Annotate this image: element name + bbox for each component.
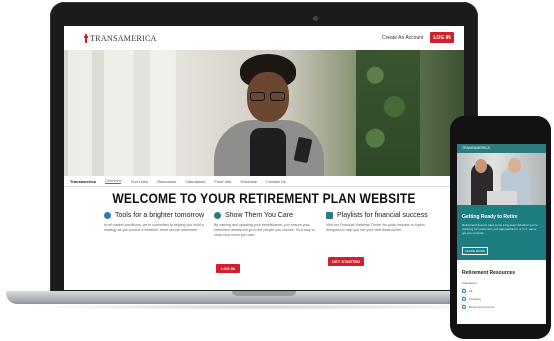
header-login-button[interactable]: LOG IN <box>430 32 454 43</box>
phone-hero-image <box>457 153 546 205</box>
phone-hero-title: Getting Ready to Retire <box>462 214 518 220</box>
hero-window-pane <box>150 50 176 176</box>
site-tabs: Transamerica Overview Tool Links Resourc… <box>64 176 464 187</box>
site-header: TRANSAMERICA Create An Account LOG IN <box>64 26 464 50</box>
feature-title: Tools for a brighter tomorrow <box>115 212 205 219</box>
brand-name: TRANSAMERICA <box>90 34 157 43</box>
feature-body: In all market conditions, we're committe… <box>104 223 204 233</box>
feature-title: Show Them You Care <box>225 212 293 219</box>
phone-resources-title: Retirement Resources <box>462 270 516 276</box>
phone-resources-subtitle: Calculators <box>462 281 478 285</box>
phone-hero-body: Retirement doesn't have to be a big leap… <box>462 223 538 235</box>
tab-fund-info[interactable]: Fund Info <box>214 179 231 184</box>
radio-icon <box>462 297 466 301</box>
learn-more-button[interactable]: LEARN MORE <box>462 247 488 255</box>
tab-contact-us[interactable]: Contact Us <box>266 179 286 184</box>
tab-transamerica[interactable]: Transamerica <box>70 179 96 184</box>
hero-image <box>64 50 464 176</box>
radio-icon <box>462 289 466 293</box>
feature-column-playlists: Playlists for financial success Visit ou… <box>326 212 434 233</box>
laptop-shadow <box>18 304 512 310</box>
phone-screen: TRANSAMERICA Getting Ready to Retire Ret… <box>457 144 546 324</box>
heart-icon <box>214 212 221 219</box>
tab-tool-links[interactable]: Tool Links <box>130 179 148 184</box>
transamerica-logo-icon <box>84 34 88 43</box>
resource-option[interactable]: All <box>462 289 472 293</box>
create-account-link[interactable]: Create An Account <box>382 35 423 41</box>
resource-option-label: Investing <box>469 297 482 301</box>
photo-laptop <box>487 191 517 205</box>
page-title: WELCOME TO YOUR RETIREMENT PLAN WEBSITE <box>112 190 416 206</box>
brand-logo[interactable]: TRANSAMERICA <box>84 34 157 43</box>
resource-option[interactable]: Retirement Income <box>462 305 494 309</box>
phone-hero-panel: Getting Ready to Retire Retirement doesn… <box>457 205 546 260</box>
camera-icon <box>313 16 318 21</box>
playlist-icon <box>326 212 333 219</box>
photo-man-head <box>508 158 521 173</box>
feature-title: Playlists for financial success <box>337 212 428 219</box>
laptop-notch <box>232 291 296 296</box>
feature-column-beneficiaries: Show Them You Care By naming and updatin… <box>214 212 322 239</box>
hero-window-pane <box>68 50 92 176</box>
hero-person-shirt <box>250 128 286 176</box>
feature-column-tools: Tools for a brighter tomorrow In all mar… <box>104 212 212 233</box>
resource-option-label: Retirement Income <box>469 305 495 309</box>
hero-person-glasses <box>250 92 286 101</box>
laptop-screen: TRANSAMERICA Create An Account LOG IN Tr… <box>64 26 464 290</box>
feature-body: By naming and updating your beneficiarie… <box>214 223 315 238</box>
photo-woman-head <box>475 159 487 173</box>
tab-calculators[interactable]: Calculators <box>185 179 205 184</box>
phone-top-bar: TRANSAMERICA <box>457 144 546 153</box>
tab-resources[interactable]: Resources <box>157 179 176 184</box>
feature-body: Visit our Financial Wellness Center for … <box>326 223 425 233</box>
radio-icon <box>462 305 466 309</box>
hero-window-pane <box>104 50 134 176</box>
lightbulb-icon <box>104 212 111 219</box>
login-button[interactable]: LOG IN <box>216 264 240 273</box>
tab-overview[interactable]: Overview <box>104 178 122 184</box>
phone-brand: TRANSAMERICA <box>462 146 490 150</box>
resource-option[interactable]: Investing <box>462 297 481 301</box>
tab-schedule[interactable]: Schedule <box>240 179 257 184</box>
resource-option-label: All <box>469 289 473 293</box>
get-started-button[interactable]: GET STARTED <box>328 257 364 266</box>
hero-plant <box>356 50 420 176</box>
